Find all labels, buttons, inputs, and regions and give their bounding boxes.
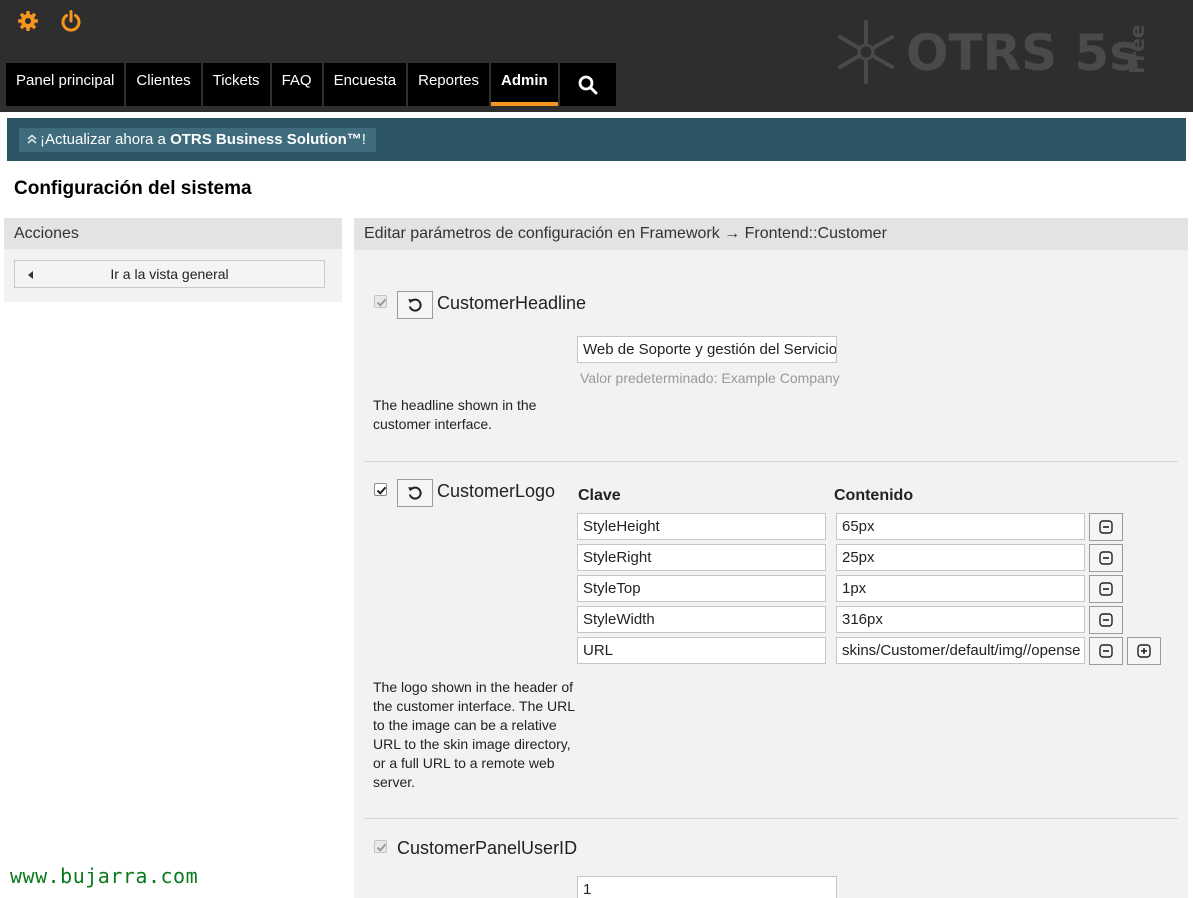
remove-row-button[interactable] xyxy=(1089,513,1123,541)
page-title: Configuración del sistema xyxy=(14,178,252,199)
top-header: OTRS 5s Free Panel principal Clientes Ti… xyxy=(0,0,1193,112)
actions-sidebar: Acciones Ir a la vista general xyxy=(4,218,342,302)
divider xyxy=(364,818,1178,819)
panel-user-setting-name: CustomerPanelUserID xyxy=(397,838,578,858)
headline-enabled-checkbox xyxy=(374,295,387,308)
logo-value-input[interactable]: 316px xyxy=(836,606,1085,633)
nav-reportes[interactable]: Reportes xyxy=(408,63,489,106)
logo-value-input[interactable]: skins/Customer/default/img//opense xyxy=(836,637,1085,664)
logo-key-input[interactable]: StyleTop xyxy=(577,575,826,602)
panel-user-input[interactable]: 1 xyxy=(577,876,837,898)
upgrade-banner: ¡Actualizar ahora a OTRS Business Soluti… xyxy=(7,118,1186,161)
otrs-logo: OTRS 5s Free xyxy=(838,20,1149,84)
check-icon xyxy=(376,486,387,495)
nav-faq[interactable]: FAQ xyxy=(271,63,322,106)
check-icon xyxy=(376,843,387,852)
logo-key-input[interactable]: StyleHeight xyxy=(577,513,826,540)
nav-panel-principal[interactable]: Panel principal xyxy=(6,63,125,106)
minus-icon xyxy=(1099,613,1113,627)
logo-enabled-checkbox[interactable] xyxy=(374,483,387,496)
remove-row-button[interactable] xyxy=(1089,575,1123,603)
content-column-header: Contenido xyxy=(834,487,914,504)
plus-icon xyxy=(1137,644,1151,658)
key-column-header: Clave xyxy=(578,487,621,504)
remove-row-button[interactable] xyxy=(1089,606,1123,634)
overview-button[interactable]: Ir a la vista general xyxy=(14,260,325,288)
logo-value-input[interactable]: 1px xyxy=(836,575,1085,602)
upgrade-button[interactable]: ¡Actualizar ahora a OTRS Business Soluti… xyxy=(19,128,376,152)
headline-description: The headline shown in the customer inter… xyxy=(373,397,537,432)
headline-input[interactable]: Web de Soporte y gestión del Servicio xyxy=(577,336,837,363)
caret-left-icon xyxy=(28,271,33,279)
power-icon[interactable] xyxy=(59,9,83,33)
watermark: www.bujarra.com xyxy=(10,864,199,888)
minus-icon xyxy=(1099,644,1113,658)
check-icon xyxy=(376,298,387,307)
upgrade-prefix: ¡Actualizar ahora a xyxy=(40,131,171,148)
logo-key-input[interactable]: StyleRight xyxy=(577,544,826,571)
nav-tickets[interactable]: Tickets xyxy=(202,63,270,106)
brand-name: OTRS 5s xyxy=(906,24,1139,82)
logo-key-input[interactable]: StyleWidth xyxy=(577,606,826,633)
logo-value-input[interactable]: 65px xyxy=(836,513,1085,540)
remove-row-button[interactable] xyxy=(1089,637,1123,665)
divider xyxy=(364,461,1178,462)
double-chevron-up-icon xyxy=(27,134,37,144)
logo-setting-name: CustomerLogo xyxy=(437,481,556,501)
config-panel: Editar parámetros de configuración en Fr… xyxy=(354,218,1188,898)
logo-value-input[interactable]: 25px xyxy=(836,544,1085,571)
reset-icon xyxy=(408,486,422,500)
logo-description: The logo shown in the header of the cust… xyxy=(373,679,575,790)
headline-default-hint: Valor predeterminado: Example Company xyxy=(580,370,840,386)
overview-button-label: Ir a la vista general xyxy=(110,266,229,282)
search-icon xyxy=(578,75,598,94)
headline-setting-name: CustomerHeadline xyxy=(437,293,587,313)
minus-icon xyxy=(1099,582,1113,596)
logo-key-input[interactable]: URL xyxy=(577,637,826,664)
nav-encuesta[interactable]: Encuesta xyxy=(323,63,407,106)
nav-admin[interactable]: Admin xyxy=(491,63,558,106)
upgrade-product: OTRS Business Solution™ xyxy=(170,131,362,148)
logo-reset-button[interactable] xyxy=(397,479,433,507)
main-nav: Panel principal Clientes Tickets FAQ Enc… xyxy=(6,63,618,106)
nav-clientes[interactable]: Clientes xyxy=(126,63,201,106)
minus-icon xyxy=(1099,551,1113,565)
nav-search-button[interactable] xyxy=(559,63,616,106)
headline-reset-button[interactable] xyxy=(397,291,433,319)
config-panel-title: Editar parámetros de configuración en Fr… xyxy=(354,218,1188,250)
panel-user-enabled-checkbox xyxy=(374,840,387,853)
reset-icon xyxy=(408,298,422,312)
brand-edition: Free xyxy=(1125,25,1149,74)
gear-icon[interactable] xyxy=(16,9,40,33)
minus-icon xyxy=(1099,520,1113,534)
sidebar-title: Acciones xyxy=(4,218,342,249)
add-row-button[interactable] xyxy=(1127,637,1161,665)
upgrade-suffix: ! xyxy=(361,131,366,148)
remove-row-button[interactable] xyxy=(1089,544,1123,572)
